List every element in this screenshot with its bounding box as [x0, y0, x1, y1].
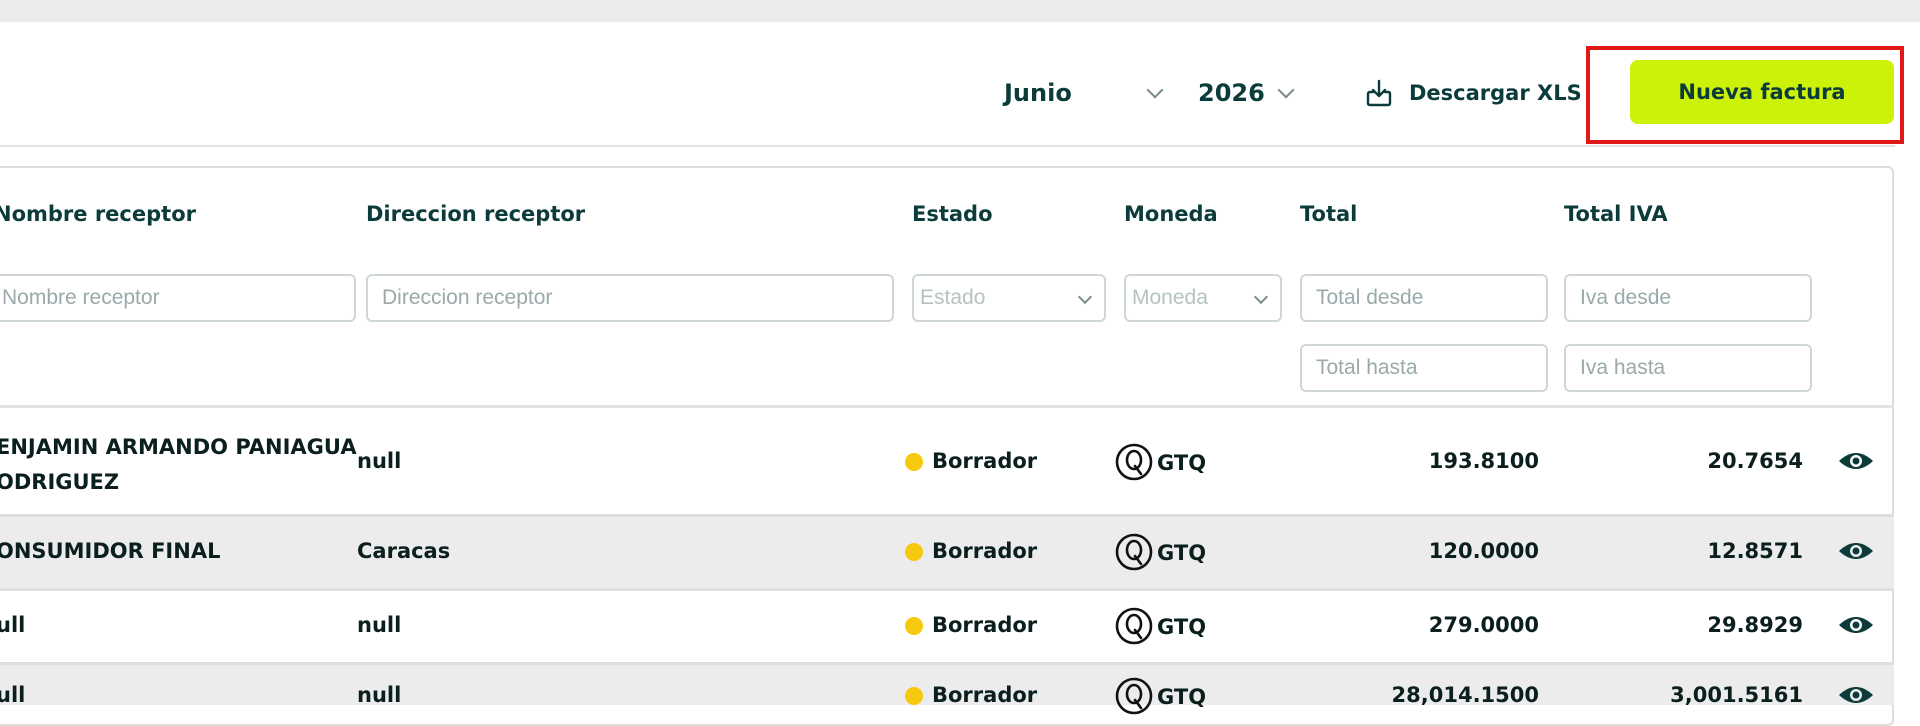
status-filter-placeholder: Estado — [920, 286, 986, 309]
receiver-address-cell: null — [357, 683, 402, 707]
iva-to-filter-input[interactable] — [1578, 355, 1810, 381]
status-draft-dot — [905, 543, 923, 561]
status-draft-dot — [905, 687, 923, 705]
column-header-status[interactable]: Estado — [912, 202, 993, 226]
receiver-name-filter[interactable] — [0, 274, 356, 322]
total-iva-cell: 29.8929 — [1707, 613, 1803, 637]
total-iva-cell: 3,001.5161 — [1670, 683, 1803, 707]
chevron-down-icon — [1277, 81, 1295, 99]
receiver-name-cell: ONSUMIDOR FINAL — [0, 539, 221, 563]
currency-filter-select[interactable]: Moneda — [1124, 274, 1282, 322]
currency-cell: GTQ — [1157, 541, 1207, 565]
eye-icon[interactable] — [1838, 539, 1874, 563]
receiver-address-cell: null — [357, 613, 402, 637]
month-select[interactable]: Junio — [1004, 74, 1164, 112]
header-divider — [0, 405, 1894, 408]
eye-icon[interactable] — [1838, 449, 1874, 473]
chevron-down-icon — [1146, 81, 1164, 99]
row-divider — [0, 662, 1894, 665]
receiver-address-cell: null — [357, 449, 402, 473]
total-cell: 193.8100 — [1428, 449, 1539, 473]
quetzal-currency-icon — [1115, 533, 1153, 571]
currency-cell: GTQ — [1157, 685, 1207, 709]
currency-cell: GTQ — [1157, 451, 1207, 475]
receiver-name-line: ENJAMIN ARMANDO PANIAGUA — [0, 435, 357, 459]
total-from-filter[interactable] — [1300, 274, 1548, 322]
receiver-name-cell: ENJAMIN ARMANDO PANIAGUA ODRIGUEZ — [0, 430, 357, 500]
total-cell: 28,014.1500 — [1391, 683, 1539, 707]
receiver-name-line: ODRIGUEZ — [0, 470, 120, 494]
download-xls-label: Descargar XLS — [1409, 81, 1582, 105]
year-select[interactable]: 2026 — [1198, 74, 1298, 112]
column-header-total[interactable]: Total — [1300, 202, 1357, 226]
total-cell: 120.0000 — [1428, 539, 1539, 563]
chevron-down-icon — [1077, 289, 1093, 305]
row-divider — [0, 514, 1894, 517]
iva-from-filter[interactable] — [1564, 274, 1812, 322]
toolbar-divider — [0, 145, 1895, 147]
receiver-name-cell: ull — [0, 683, 26, 707]
status-cell: Borrador — [932, 683, 1038, 707]
status-cell: Borrador — [932, 449, 1038, 473]
status-draft-dot — [905, 453, 923, 471]
top-strip — [0, 0, 1920, 22]
iva-to-filter[interactable] — [1564, 344, 1812, 392]
status-cell: Borrador — [932, 613, 1038, 637]
receiver-address-filter-input[interactable] — [380, 285, 892, 311]
receiver-address-cell: Caracas — [357, 539, 451, 563]
total-from-filter-input[interactable] — [1314, 285, 1546, 311]
currency-cell: GTQ — [1157, 615, 1207, 639]
quetzal-currency-icon — [1115, 677, 1153, 715]
column-header-currency[interactable]: Moneda — [1124, 202, 1218, 226]
total-to-filter-input[interactable] — [1314, 355, 1546, 381]
status-draft-dot — [905, 617, 923, 635]
column-header-receiver-address[interactable]: Direccion receptor — [366, 202, 585, 226]
quetzal-currency-icon — [1115, 443, 1153, 481]
download-icon — [1366, 79, 1392, 107]
receiver-name-filter-input[interactable] — [0, 285, 354, 311]
eye-icon[interactable] — [1838, 613, 1874, 637]
iva-from-filter-input[interactable] — [1578, 285, 1810, 311]
quetzal-currency-icon — [1115, 607, 1153, 645]
total-iva-cell: 20.7654 — [1707, 449, 1803, 473]
currency-filter-placeholder: Moneda — [1132, 286, 1208, 309]
total-iva-cell: 12.8571 — [1707, 539, 1803, 563]
download-xls-button[interactable]: Descargar XLS — [1363, 74, 1582, 112]
chevron-down-icon — [1253, 289, 1269, 305]
eye-icon[interactable] — [1838, 683, 1874, 707]
total-to-filter[interactable] — [1300, 344, 1548, 392]
status-cell: Borrador — [932, 539, 1038, 563]
month-select-value: Junio — [1004, 79, 1072, 107]
year-select-value: 2026 — [1198, 79, 1265, 107]
total-cell: 279.0000 — [1428, 613, 1539, 637]
row-divider — [0, 588, 1894, 591]
receiver-address-filter[interactable] — [366, 274, 894, 322]
new-invoice-button[interactable]: Nueva factura — [1630, 60, 1894, 124]
status-filter-select[interactable]: Estado — [912, 274, 1106, 322]
receiver-name-cell: ull — [0, 613, 26, 637]
column-header-total-iva[interactable]: Total IVA — [1564, 202, 1668, 226]
column-header-receiver-name[interactable]: Nombre receptor — [0, 202, 196, 226]
